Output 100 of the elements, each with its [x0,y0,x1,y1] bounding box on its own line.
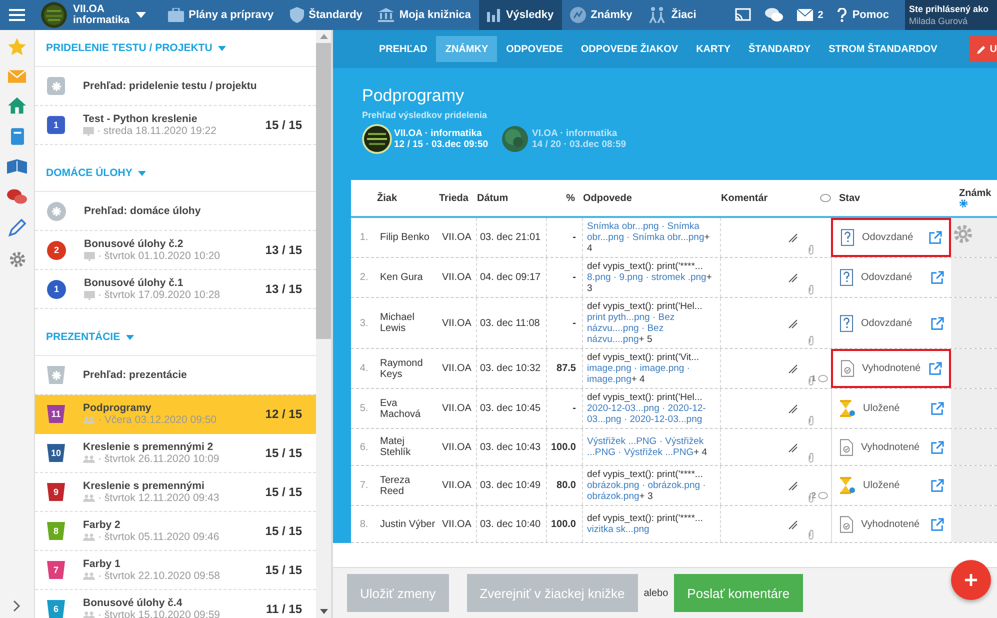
assignment-item[interactable]: 10 Kreslenie s premennými 2 · štvrtok 26.11.2020 10:09 15 / 15 [35,434,316,473]
tab[interactable]: ODPOVEDE [497,36,572,62]
assignment-item[interactable]: 9 Kreslenie s premennými · štvrtok 12.11.2020 09:43 15 / 15 [35,473,316,512]
tab[interactable]: PREHĽAD [370,36,436,62]
edit-comment-icon[interactable] [788,442,798,452]
paperclip-icon[interactable] [808,452,814,463]
paperclip-icon[interactable] [808,244,814,255]
shield-icon [290,7,304,23]
status-label: Vyhodnotené [862,363,921,374]
answer-files-link[interactable]: 2020-12-03...png · 2020-12-03...png · 2020-12-03...png [587,403,717,425]
grade-cell [951,349,997,388]
messages-link[interactable]: 2 [796,9,824,21]
tab[interactable]: KARTY [687,36,740,62]
edit-comment-icon[interactable] [788,520,798,530]
mail-icon[interactable] [8,70,26,83]
edit-comment-icon[interactable] [788,481,798,491]
open-book-icon[interactable] [7,159,27,174]
cast-icon[interactable] [734,8,751,22]
item-score: 15 / 15 [265,118,302,132]
scroll-down-icon[interactable] [320,609,328,614]
item-date: · štvrtok 12.11.2020 09:43 [83,492,220,504]
nav-item[interactable]: Známky [562,0,640,30]
scrollbar[interactable] [316,30,333,618]
bar-chart-icon [486,8,501,22]
separator-text: alebo [644,588,668,598]
answer-files-link[interactable]: image.png · image.png · image.png+ 4 [587,363,717,385]
chat-icon[interactable] [764,7,783,23]
user-panel[interactable]: Ste prihlásený ako Milada Gurová [905,0,997,30]
nav-item[interactable]: Žiaci [640,0,704,30]
caret-icon [218,46,226,50]
item-date: · štvrtok 26.11.2020 10:09 [83,453,220,465]
tab[interactable]: STROM ŠTANDARDOV [820,36,946,62]
external-link-icon[interactable] [931,518,944,530]
nav-item[interactable]: Výsledky [478,0,562,30]
student-name: Matej Stehlík [379,435,412,460]
paperclip-icon[interactable] [808,415,814,426]
assignment-item[interactable]: 2 Bonusové úlohy č.2 · štvrtok 01.10.2020 10:20 13 / 15 [35,231,316,270]
status-label: Odovzdané [862,232,914,243]
nav-item[interactable]: Štandardy [282,0,370,30]
column-header: Odpovede [583,192,633,204]
column-header: Žiak [377,192,398,204]
settings-icon[interactable] [953,224,973,244]
assignment-item[interactable]: Prehľad: domáce úlohy [35,192,316,231]
nav-item[interactable]: Plány a prípravy [160,0,282,30]
edit-comment-icon[interactable] [788,404,798,414]
answer-text: def vypis_text(): print('****... [587,513,703,524]
answer-files-link[interactable]: vizitka sk...png [587,524,650,535]
question-mark-icon [837,8,848,22]
tab[interactable]: ŠTANDARDY [740,36,820,62]
student-name: Justin Výber [379,518,436,532]
assignment-item[interactable]: 7 Farby 1 · štvrtok 22.10.2020 09:58 15 / 15 [35,551,316,590]
edit-comment-icon[interactable] [788,233,798,243]
paperclip-icon[interactable] [808,375,814,386]
home-icon[interactable] [8,97,26,114]
user-caption: Ste prihlásený ako [909,3,990,15]
answer-files-link[interactable]: Výstřižek ...PNG · Výstřižek ...PNG · Výstřižek ...PNG+ 4 [587,436,717,458]
external-link-icon[interactable] [931,402,944,415]
tab[interactable]: ODPOVEDE ŽIAKOV [572,36,688,62]
settings-icon[interactable] [959,199,968,208]
help-link[interactable]: Pomoc [837,8,889,22]
edit-button[interactable]: U [968,36,997,62]
answer-files-link[interactable]: obrázok.png · obrázok.png · obrázok.png+ 3 [587,480,717,502]
menu-icon[interactable] [9,8,25,22]
column-header: % [565,192,576,204]
external-link-icon[interactable] [931,440,944,454]
paperclip-icon[interactable] [808,529,814,540]
answer-files-link[interactable]: Snímka obr...png · Snímka obr...png · Snímka obr...png+ 4 [587,221,717,254]
notebook-icon[interactable] [10,128,24,145]
paperclip-icon[interactable] [808,492,814,503]
external-link-icon[interactable] [929,231,942,244]
paperclip-icon[interactable] [808,284,814,295]
edit-comment-icon[interactable] [788,318,798,328]
external-link-icon[interactable] [929,362,942,375]
scroll-up-icon[interactable] [320,34,328,39]
assignment-item[interactable]: 1 Test - Python kreslenie · streda 18.11.2020 19:22 15 / 15 [35,106,316,145]
scroll-thumb[interactable] [316,43,331,339]
assignment-item[interactable]: 11 Podprogramy · Včera 03.12.2020 09:50 12 / 15 [35,395,316,434]
nav-item[interactable]: Moja knižnica [370,0,479,30]
chevron-right-icon[interactable] [13,600,21,612]
assignment-item[interactable]: 1 Bonusové úlohy č.1 · štvrtok 17.09.2020 10:28 13 / 15 [35,270,316,309]
assignment-item[interactable]: Prehľad: pridelenie testu / projektu [35,67,316,106]
paperclip-icon[interactable] [808,335,814,346]
people-icon [83,611,95,618]
star-icon[interactable] [8,38,26,56]
assignment-item[interactable]: 6 Bonusové úlohy č.4 · štvrtok 15.10.2020 09:59 11 / 15 [35,590,316,618]
edit-comment-icon[interactable] [788,364,798,374]
assignment-item[interactable]: 8 Farby 2 · štvrtok 05.11.2020 09:46 15 / 15 [35,512,316,551]
external-link-icon[interactable] [931,479,944,492]
people-icon [83,455,95,463]
chat-icon[interactable] [7,188,27,205]
external-link-icon[interactable] [931,271,944,284]
pen-icon[interactable] [8,219,26,237]
settings-icon[interactable] [8,251,26,268]
status-label: Odovzdané [861,272,912,283]
people-icon [83,416,95,424]
external-link-icon[interactable] [931,316,944,330]
answer-files-link[interactable]: 8.png · 9.png · stromek .png+ 3 [587,272,717,294]
edit-comment-icon[interactable] [788,273,798,283]
answer-files-link[interactable]: print pyth...png · Bez názvu....png · Bez názvu....png+ 5 [587,312,717,345]
class-selector[interactable]: VII.OA informatika [73,4,146,26]
